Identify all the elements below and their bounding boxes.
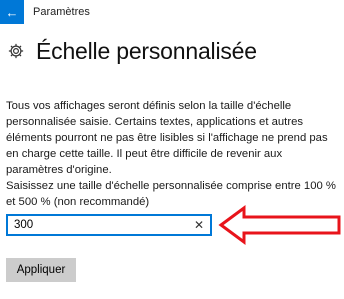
apply-button[interactable]: Appliquer (6, 258, 76, 282)
back-button[interactable]: ← (0, 0, 24, 24)
page-title: Échelle personnalisée (36, 37, 257, 64)
close-icon[interactable]: ✕ (192, 217, 206, 233)
custom-scale-field[interactable]: ✕ (6, 214, 212, 236)
page-header: Échelle personnalisée (6, 34, 257, 68)
app-title: Paramètres (33, 6, 90, 18)
gear-icon (6, 41, 26, 61)
title-bar: ← Paramètres (0, 0, 344, 26)
scale-warning-text: Tous vos affichages seront définis selon… (6, 100, 328, 176)
back-arrow-icon: ← (5, 4, 19, 20)
annotation-arrow-icon (218, 205, 341, 245)
custom-scale-input[interactable] (8, 216, 194, 234)
